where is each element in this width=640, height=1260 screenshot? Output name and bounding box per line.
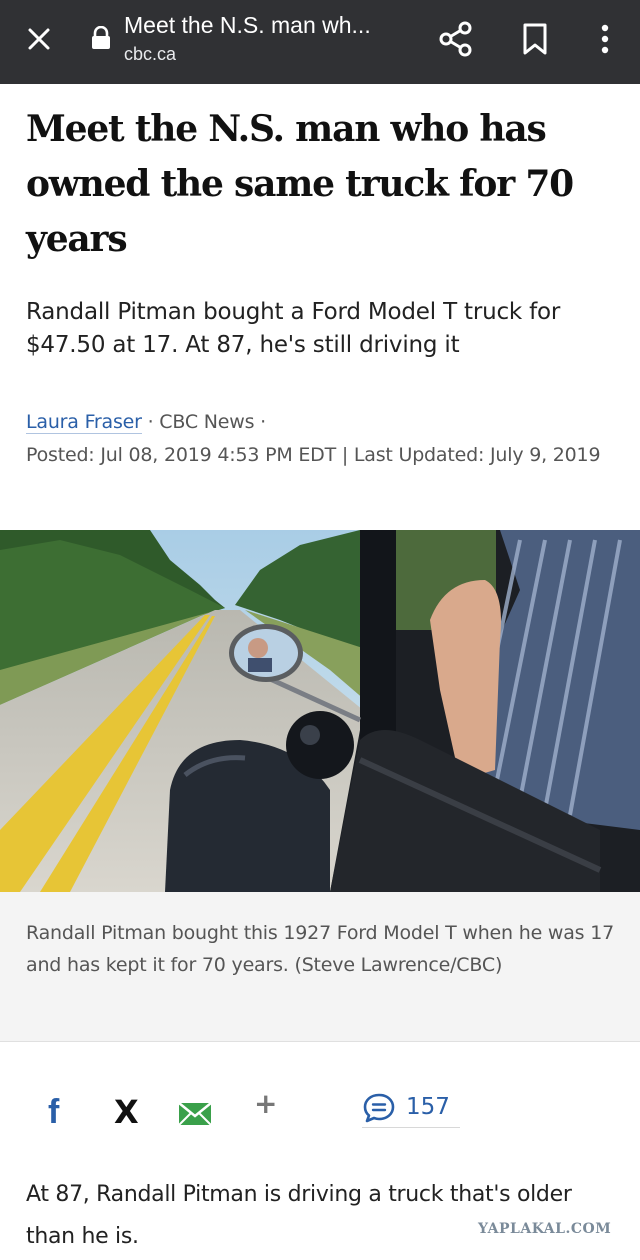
facebook-icon[interactable]: f	[48, 1092, 72, 1132]
share-icon[interactable]	[437, 20, 475, 58]
watermark: YAPLAKAL.COM	[478, 1221, 612, 1237]
byline-separator: ·	[254, 411, 266, 433]
more-share-plus-icon[interactable]: +	[254, 1086, 280, 1122]
author-link[interactable]: Laura Fraser	[26, 411, 142, 434]
plus-label: +	[254, 1087, 278, 1120]
page-domain: cbc.ca	[124, 44, 177, 64]
comments-button[interactable]: 157	[362, 1088, 460, 1128]
article-headline: Meet the N.S. man who has owned the same…	[26, 108, 574, 260]
byline-timestamps: Posted: Jul 08, 2019 4:53 PM EDT | Last …	[26, 444, 601, 466]
close-icon[interactable]	[22, 22, 56, 56]
bookmark-icon[interactable]	[518, 20, 552, 58]
custom-tab-toolbar: Meet the N.S. man wh... cbc.ca	[0, 0, 640, 84]
x-twitter-icon[interactable]: X	[114, 1094, 146, 1130]
email-icon[interactable]	[178, 1102, 212, 1126]
comment-count: 157	[406, 1094, 450, 1120]
article-deck: Randall Pitman bought a Ford Model T tru…	[26, 299, 561, 358]
article-paragraph: At 87, Randall Pitman is driving a truck…	[26, 1182, 572, 1249]
photo-caption: Randall Pitman bought this 1927 Ford Mod…	[26, 922, 614, 976]
x-label: X	[114, 1093, 139, 1131]
comment-bubble-icon	[363, 1093, 395, 1123]
article-photo	[0, 530, 640, 892]
lock-icon	[90, 25, 112, 50]
photo-caption-box: Randall Pitman bought this 1927 Ford Mod…	[0, 892, 640, 1042]
facebook-label: f	[48, 1093, 60, 1131]
share-bar: f X +	[0, 1080, 640, 1140]
byline-separator: ·	[141, 411, 160, 433]
byline: Laura Fraser · CBC News · Posted: Jul 08…	[26, 406, 626, 472]
tab-title: Meet the N.S. man wh...	[124, 12, 371, 38]
more-vert-icon[interactable]	[592, 20, 618, 58]
byline-outlet: CBC News	[159, 411, 255, 433]
